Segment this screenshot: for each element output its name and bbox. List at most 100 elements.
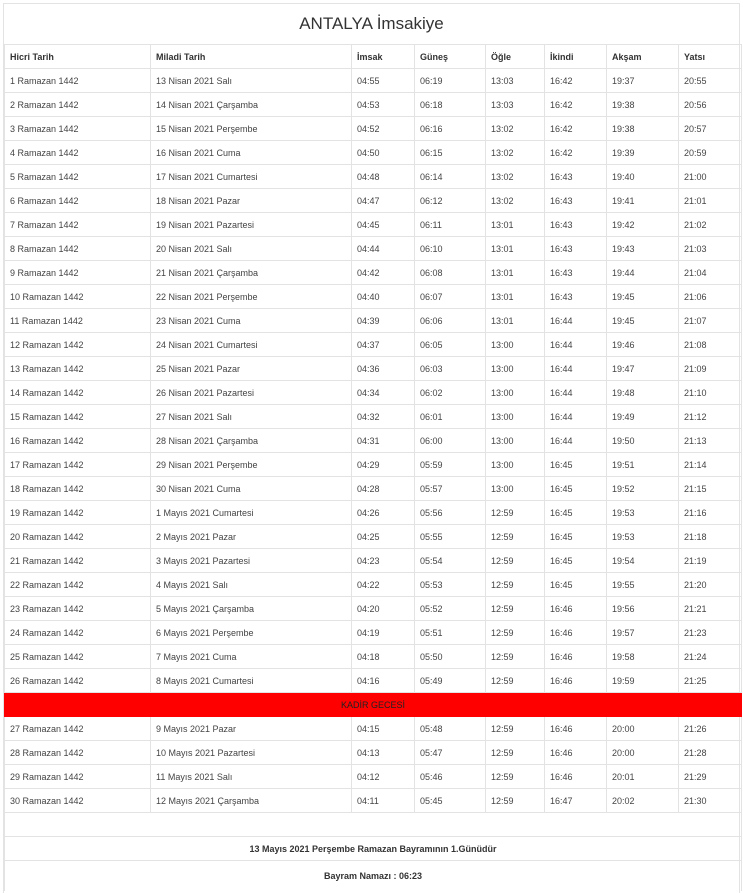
cell-miladi-tarih: 29 Nisan 2021 Perşembe — [150, 452, 352, 477]
table-row: 19 Ramazan 1442 1 Mayıs 2021 Cumartesi 04:… — [4, 500, 742, 525]
cell-hicri-tarih: 25 Ramazan 1442 — [4, 644, 151, 669]
cell-miladi-tarih: 22 Nisan 2021 Perşembe — [150, 284, 352, 309]
cell-ogle: 13:02 — [485, 188, 545, 213]
cell-ogle: 12:59 — [485, 596, 545, 621]
cell-imsak: 04:50 — [351, 140, 415, 165]
cell-ogle: 13:02 — [485, 164, 545, 189]
cell-imsak: 04:48 — [351, 164, 415, 189]
cell-hicri-tarih: 13 Ramazan 1442 — [4, 356, 151, 381]
cell-aksam: 20:01 — [606, 764, 679, 789]
cell-ikindi: 16:44 — [544, 380, 607, 405]
cell-aksam: 19:51 — [606, 452, 679, 477]
cell-miladi-tarih: 12 Mayıs 2021 Çarşamba — [150, 788, 352, 813]
cell-yatsi: 21:19 — [678, 548, 742, 573]
cell-aksam: 19:54 — [606, 548, 679, 573]
cell-yatsi: 21:20 — [678, 572, 742, 597]
cell-gunes: 06:02 — [414, 380, 486, 405]
table-row: 8 Ramazan 1442 20 Nisan 2021 Salı 04:44 06:… — [4, 236, 742, 261]
cell-gunes: 06:06 — [414, 308, 486, 333]
cell-ogle: 13:00 — [485, 452, 545, 477]
cell-aksam: 19:41 — [606, 188, 679, 213]
cell-gunes: 05:59 — [414, 452, 486, 477]
table-row: 6 Ramazan 1442 18 Nisan 2021 Pazar 04:47 06… — [4, 188, 742, 213]
header-hicri: Hicri Tarih — [4, 44, 151, 69]
cell-ikindi: 16:42 — [544, 116, 607, 141]
cell-hicri-tarih: 3 Ramazan 1442 — [4, 116, 151, 141]
cell-hicri-tarih: 26 Ramazan 1442 — [4, 668, 151, 693]
cell-aksam: 19:52 — [606, 476, 679, 501]
table-row: 4 Ramazan 1442 16 Nisan 2021 Cuma 04:50 06:… — [4, 140, 742, 165]
cell-yatsi: 21:23 — [678, 620, 742, 645]
cell-aksam: 19:40 — [606, 164, 679, 189]
cell-hicri-tarih: 14 Ramazan 1442 — [4, 380, 151, 405]
cell-ogle: 12:59 — [485, 788, 545, 813]
cell-miladi-tarih: 19 Nisan 2021 Pazartesi — [150, 212, 352, 237]
cell-miladi-tarih: 14 Nisan 2021 Çarşamba — [150, 92, 352, 117]
table-row: 18 Ramazan 1442 30 Nisan 2021 Cuma 04:28 05… — [4, 476, 742, 501]
cell-ikindi: 16:43 — [544, 236, 607, 261]
cell-imsak: 04:26 — [351, 500, 415, 525]
cell-aksam: 19:50 — [606, 428, 679, 453]
table-row: 24 Ramazan 1442 6 Mayıs 2021 Perşembe 04:1… — [4, 620, 742, 645]
cell-hicri-tarih: 1 Ramazan 1442 — [4, 68, 151, 93]
table-header-row: Hicri Tarih Miladi Tarih İmsak Güneş Öğl… — [4, 44, 742, 69]
cell-hicri-tarih: 27 Ramazan 1442 — [4, 716, 151, 741]
cell-yatsi: 21:30 — [678, 788, 742, 813]
cell-imsak: 04:16 — [351, 668, 415, 693]
cell-hicri-tarih: 11 Ramazan 1442 — [4, 308, 151, 333]
table-row: 14 Ramazan 1442 26 Nisan 2021 Pazartesi 04… — [4, 380, 742, 405]
cell-aksam: 19:44 — [606, 260, 679, 285]
imsakiye-table: Hicri Tarih Miladi Tarih İmsak Güneş Öğl… — [4, 44, 742, 891]
cell-yatsi: 21:00 — [678, 164, 742, 189]
cell-gunes: 06:12 — [414, 188, 486, 213]
cell-gunes: 06:15 — [414, 140, 486, 165]
cell-ikindi: 16:45 — [544, 548, 607, 573]
cell-yatsi: 21:10 — [678, 380, 742, 405]
cell-imsak: 04:47 — [351, 188, 415, 213]
cell-gunes: 06:10 — [414, 236, 486, 261]
cell-yatsi: 21:06 — [678, 284, 742, 309]
header-aksam: Akşam — [606, 44, 679, 69]
table-row: 12 Ramazan 1442 24 Nisan 2021 Cumartesi 04… — [4, 332, 742, 357]
cell-ikindi: 16:46 — [544, 644, 607, 669]
cell-gunes: 05:53 — [414, 572, 486, 597]
cell-imsak: 04:36 — [351, 356, 415, 381]
cell-miladi-tarih: 2 Mayıs 2021 Pazar — [150, 524, 352, 549]
cell-gunes: 05:56 — [414, 500, 486, 525]
cell-yatsi: 21:24 — [678, 644, 742, 669]
cell-miladi-tarih: 18 Nisan 2021 Pazar — [150, 188, 352, 213]
cell-gunes: 05:57 — [414, 476, 486, 501]
cell-hicri-tarih: 21 Ramazan 1442 — [4, 548, 151, 573]
cell-miladi-tarih: 7 Mayıs 2021 Cuma — [150, 644, 352, 669]
cell-gunes: 06:00 — [414, 428, 486, 453]
header-ikindi: İkindi — [544, 44, 607, 69]
cell-yatsi: 21:21 — [678, 596, 742, 621]
cell-ogle: 13:00 — [485, 428, 545, 453]
cell-yatsi: 21:12 — [678, 404, 742, 429]
table-row: 2 Ramazan 1442 14 Nisan 2021 Çarşamba 04:5… — [4, 92, 742, 117]
cell-ogle: 12:59 — [485, 524, 545, 549]
spacer-cell — [4, 812, 742, 837]
cell-miladi-tarih: 6 Mayıs 2021 Perşembe — [150, 620, 352, 645]
cell-miladi-tarih: 25 Nisan 2021 Pazar — [150, 356, 352, 381]
cell-ikindi: 16:45 — [544, 452, 607, 477]
cell-ogle: 12:59 — [485, 548, 545, 573]
imsakiye-panel: ANTALYA İmsakiye Hicri Tarih Miladi Tari… — [3, 3, 742, 893]
cell-ikindi: 16:45 — [544, 476, 607, 501]
cell-gunes: 05:54 — [414, 548, 486, 573]
cell-ikindi: 16:42 — [544, 140, 607, 165]
cell-hicri-tarih: 9 Ramazan 1442 — [4, 260, 151, 285]
cell-aksam: 19:48 — [606, 380, 679, 405]
cell-miladi-tarih: 4 Mayıs 2021 Salı — [150, 572, 352, 597]
cell-yatsi: 20:55 — [678, 68, 742, 93]
cell-miladi-tarih: 3 Mayıs 2021 Pazartesi — [150, 548, 352, 573]
cell-imsak: 04:20 — [351, 596, 415, 621]
cell-hicri-tarih: 28 Ramazan 1442 — [4, 740, 151, 765]
cell-yatsi: 21:03 — [678, 236, 742, 261]
cell-ogle: 13:00 — [485, 404, 545, 429]
cell-hicri-tarih: 19 Ramazan 1442 — [4, 500, 151, 525]
cell-ogle: 12:59 — [485, 764, 545, 789]
table-row: 20 Ramazan 1442 2 Mayıs 2021 Pazar 04:25 05… — [4, 524, 742, 549]
cell-aksam: 19:43 — [606, 236, 679, 261]
cell-miladi-tarih: 24 Nisan 2021 Cumartesi — [150, 332, 352, 357]
